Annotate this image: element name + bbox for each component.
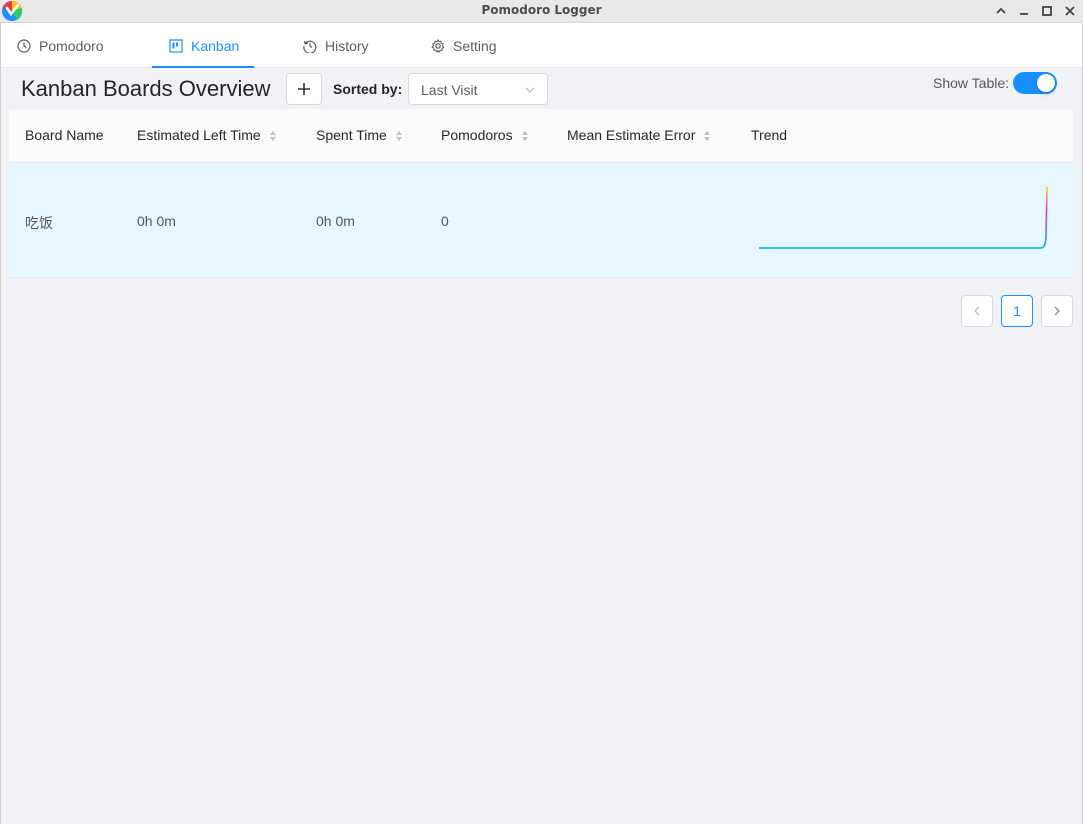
page-title: Kanban Boards Overview <box>21 76 271 101</box>
trend-sparkline <box>759 186 1048 249</box>
tab-kanban[interactable]: Kanban <box>169 23 239 68</box>
tab-setting-label: Setting <box>453 37 497 54</box>
column-header-pomodoros[interactable]: Pomodoros <box>441 127 529 143</box>
table-row[interactable]: 吃饭 0h 0m 0h 0m 0 <box>9 163 1073 278</box>
window-shade-button[interactable] <box>993 3 1009 19</box>
column-header-estimated-left-time[interactable]: Estimated Left Time <box>137 127 277 143</box>
trend-line <box>759 186 1048 249</box>
cell-spent-time: 0h 0m <box>316 213 355 229</box>
gear-icon <box>431 38 445 53</box>
switch-knob <box>1037 74 1055 92</box>
sorted-by-label: Sorted by: <box>333 81 403 97</box>
close-icon <box>1065 6 1075 16</box>
tab-pomodoro[interactable]: Pomodoro <box>17 23 104 68</box>
cell-pomodoros: 0 <box>441 213 449 229</box>
sort-caret-icon <box>395 131 402 141</box>
sort-caret-icon <box>269 131 276 141</box>
pagination-prev-button[interactable] <box>961 295 993 327</box>
sort-select[interactable]: Last Visit <box>408 73 548 105</box>
tab-history[interactable]: History <box>303 23 369 68</box>
window-frame-left <box>0 23 1 824</box>
column-header-label: Spent Time <box>316 127 387 143</box>
add-board-button[interactable] <box>286 73 322 105</box>
column-header-spent-time[interactable]: Spent Time <box>316 127 403 143</box>
cell-board-name[interactable]: 吃饭 <box>25 213 53 233</box>
column-header-board-name: Board Name <box>25 127 104 143</box>
column-header-label: Board Name <box>25 127 104 143</box>
column-header-label: Trend <box>751 127 788 143</box>
pagination-next-button[interactable] <box>1041 295 1073 327</box>
show-table-switch[interactable] <box>1013 72 1057 94</box>
window-titlebar: Pomodoro Logger <box>0 0 1083 23</box>
column-header-label: Estimated Left Time <box>137 127 261 143</box>
column-header-label: Mean Estimate Error <box>567 127 696 143</box>
window-minimize-button[interactable] <box>1016 3 1032 19</box>
table-header: Board Name Estimated Left Time Spent Tim… <box>9 109 1073 163</box>
history-icon <box>303 40 317 53</box>
sort-select-value: Last Visit <box>421 82 478 98</box>
plus-icon <box>298 83 310 95</box>
column-header-trend: Trend <box>751 127 787 143</box>
main-tab-bar: Pomodoro Kanban History Setting <box>1 23 1082 68</box>
tab-kanban-label: Kanban <box>191 37 240 54</box>
minimize-icon <box>1020 13 1028 15</box>
tab-history-label: History <box>325 37 369 54</box>
column-header-mean-estimate-error[interactable]: Mean Estimate Error <box>567 127 711 143</box>
sort-caret-icon <box>704 131 711 141</box>
kanban-boards-table: Board Name Estimated Left Time Spent Tim… <box>9 109 1073 278</box>
active-tab-indicator <box>152 66 254 68</box>
cell-estimated-left-time: 0h 0m <box>137 213 176 229</box>
chevron-left-icon <box>974 306 980 316</box>
show-table-label: Show Table: <box>933 75 1010 91</box>
window-title: Pomodoro Logger <box>481 3 602 17</box>
chevron-up-icon <box>996 7 1006 14</box>
chevron-down-icon <box>525 87 535 93</box>
pagination-page-1[interactable]: 1 <box>1001 295 1033 327</box>
clock-icon <box>17 38 31 53</box>
kanban-board-icon <box>169 38 183 53</box>
window-maximize-button[interactable] <box>1039 3 1055 19</box>
tab-setting[interactable]: Setting <box>431 23 497 68</box>
column-header-label: Pomodoros <box>441 127 513 143</box>
chevron-right-icon <box>1054 306 1060 316</box>
tab-pomodoro-label: Pomodoro <box>39 37 104 54</box>
maximize-icon <box>1042 6 1052 16</box>
sort-caret-icon <box>521 131 528 141</box>
window-close-button[interactable] <box>1062 3 1078 19</box>
